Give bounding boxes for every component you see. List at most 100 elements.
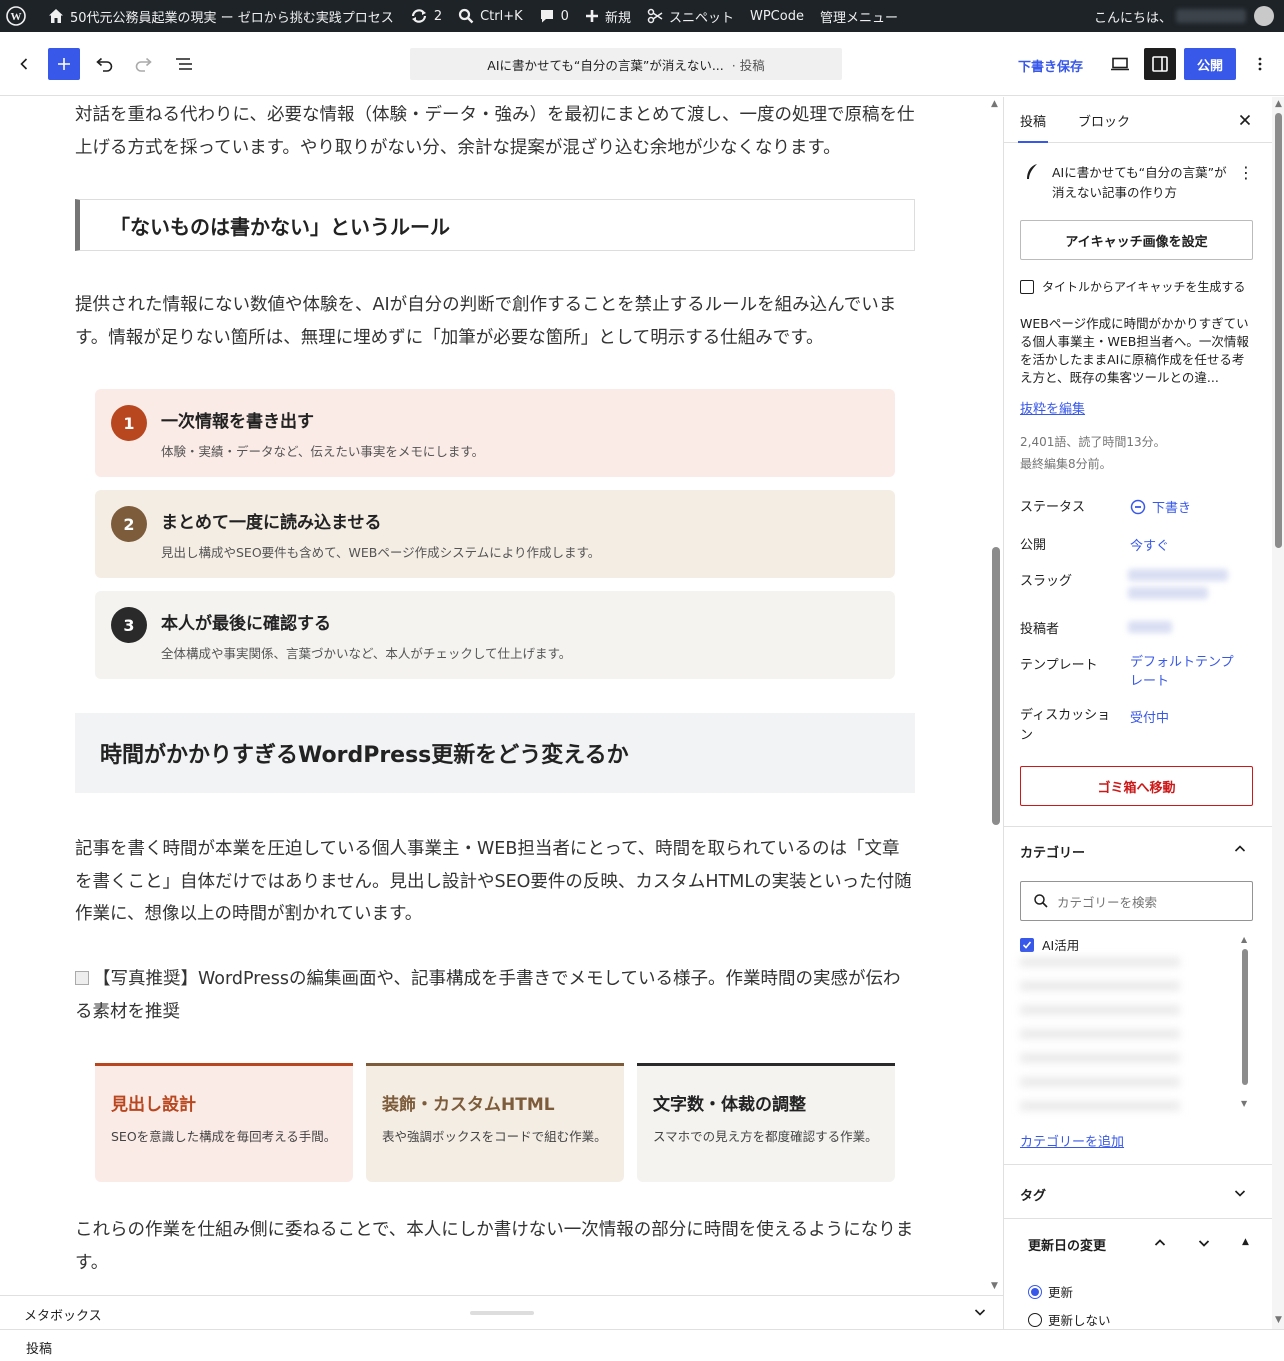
sidebar-scrollbar[interactable]: ▲ ▼	[1272, 97, 1284, 1329]
task-card-1[interactable]: 見出し設計 SEOを意識した構成を毎回考える手間。	[95, 1063, 353, 1182]
step-box-3[interactable]: 3 本人が最後に確認する 全体構成や事実関係、言葉づかいなど、本人がチェックして…	[95, 591, 895, 679]
save-draft-button[interactable]: 下書き保存	[1018, 56, 1083, 75]
no-update-radio[interactable]	[1028, 1312, 1042, 1327]
last-edited: 最終編集8分前。	[1020, 457, 1112, 471]
scroll-down-arrow-icon[interactable]: ▼	[1241, 1099, 1247, 1108]
paragraph-rule[interactable]: 提供された情報にない数値や体験を、AIが自分の判断で創作することを禁止するルール…	[75, 289, 915, 354]
post-actions-more-icon[interactable]: ⋮	[1238, 163, 1254, 182]
slug-value-blurred[interactable]	[1128, 587, 1208, 599]
footer-breadcrumb[interactable]: 投稿	[26, 1338, 52, 1357]
set-featured-image-button[interactable]: アイキャッチ画像を設定	[1020, 220, 1253, 260]
scroll-up-arrow-icon[interactable]: ▲	[991, 99, 998, 109]
chevron-down-icon[interactable]	[1232, 1185, 1248, 1201]
admin-menu-link[interactable]: 管理メニュー	[812, 0, 906, 32]
canvas-scrollbar[interactable]: ▲ ▼	[990, 97, 1002, 1295]
heading-rule[interactable]: 「ないものは書かない」というルール	[75, 199, 915, 251]
wordpress-logo-icon[interactable]: W	[0, 0, 40, 32]
sidebar-icon	[1152, 56, 1168, 72]
category-panel-title[interactable]: カテゴリー	[1020, 842, 1085, 861]
paragraph-top[interactable]: 対話を重ねる代わりに、必要な情報（体験・データ・強み）を最初にまとめて渡し、一度…	[75, 99, 915, 164]
chevron-down-icon[interactable]	[1196, 1235, 1212, 1251]
desktop-icon	[1111, 57, 1129, 71]
heading-section[interactable]: 時間がかかりすぎるWordPress更新をどう変えるか	[75, 713, 915, 793]
settings-sidebar-toggle[interactable]	[1144, 48, 1176, 80]
category-scroll-thumb[interactable]	[1242, 949, 1248, 1085]
new-content-link[interactable]: 新規	[577, 0, 639, 32]
category-checkbox[interactable]	[1020, 937, 1034, 952]
step-title: 一次情報を書き出す	[161, 412, 314, 432]
step-box-2[interactable]: 2 まとめて一度に読み込ませる 見出し構成やSEO要件も含めて、WEBページ作成…	[95, 490, 895, 578]
no-update-radio-row[interactable]: 更新しない	[1028, 1310, 1111, 1329]
task-card-2[interactable]: 装飾・カスタムHTML 表や強調ボックスをコードで組む作業。	[366, 1063, 624, 1182]
block-inserter-button[interactable]	[48, 48, 80, 80]
chevron-up-icon[interactable]	[1232, 841, 1248, 857]
author-label: 投稿者	[1020, 622, 1060, 637]
document-title-bar[interactable]: AIに書かせても“自分の言葉”が消えない... · 投稿	[410, 48, 842, 80]
scroll-up-arrow-icon[interactable]: ▲	[1241, 935, 1247, 944]
update-radio-label: 更新	[1048, 1285, 1074, 1300]
category-search-input[interactable]: カテゴリーを検索	[1020, 881, 1253, 921]
redo-button[interactable]	[128, 48, 160, 80]
update-radio[interactable]	[1028, 1284, 1042, 1299]
paragraph-end[interactable]: これらの作業を仕組み側に委ねることで、本人にしか書けない一次情報の部分に時間を使…	[75, 1214, 915, 1279]
back-button[interactable]	[8, 48, 40, 80]
canvas-scroll-thumb[interactable]	[992, 547, 1000, 825]
avatar	[1254, 6, 1274, 26]
generate-featured-image-row[interactable]: タイトルからアイキャッチを生成する	[1020, 278, 1245, 295]
tab-block[interactable]: ブロック	[1078, 111, 1130, 130]
post-excerpt[interactable]: WEBページ作成に時間がかかりすぎている個人事業主・WEB担当者へ。一次情報を活…	[1020, 315, 1256, 387]
no-update-radio-label: 更新しない	[1048, 1313, 1111, 1328]
comments-link[interactable]: 0	[531, 0, 577, 32]
sidebar-scroll-thumb[interactable]	[1275, 113, 1282, 548]
site-title: 50代元公務員起業の現実 ー ゼロから挑む実践プロセス	[70, 10, 394, 26]
panel-divider	[1004, 826, 1272, 827]
discussion-value[interactable]: 受付中	[1130, 707, 1169, 726]
generate-featured-image-checkbox[interactable]	[1020, 279, 1034, 294]
publish-date-value[interactable]: 今すぐ	[1130, 535, 1169, 554]
task-card-3[interactable]: 文字数・体裁の調整 スマホでの見え方を都度確認する作業。	[637, 1063, 895, 1182]
move-to-trash-button[interactable]: ゴミ箱へ移動	[1020, 766, 1253, 806]
document-overview-button[interactable]	[168, 48, 200, 80]
site-name-link[interactable]: 50代元公務員起業の現実 ー ゼロから挑む実践プロセス	[40, 0, 402, 32]
card-title: 文字数・体裁の調整	[653, 1095, 806, 1115]
paragraph-time[interactable]: 記事を書く時間が本業を圧迫している個人事業主・WEB担当者にとって、時間を取られ…	[75, 833, 915, 931]
updates-link[interactable]: 2	[402, 0, 450, 32]
undo-icon	[96, 57, 113, 72]
step-title: まとめて一度に読み込ませる	[161, 513, 382, 533]
scroll-down-arrow-icon[interactable]: ▼	[1275, 1315, 1282, 1325]
update-date-panel-title[interactable]: 更新日の変更	[1028, 1235, 1106, 1254]
template-value[interactable]: デフォルトテンプレート	[1130, 653, 1242, 691]
scroll-up-arrow-icon[interactable]: ▲	[1275, 99, 1282, 109]
chevron-down-icon[interactable]	[972, 1304, 988, 1320]
preview-button[interactable]	[1104, 48, 1136, 80]
step-desc: 見出し構成やSEO要件も含めて、WEBページ作成システムにより作成します。	[161, 545, 601, 560]
account-link[interactable]: こんにちは、	[1094, 0, 1284, 32]
edit-excerpt-link[interactable]: 抜粋を編集	[1020, 402, 1085, 417]
close-icon[interactable]	[1236, 111, 1254, 129]
toggle-arrow-icon[interactable]: ▲	[1242, 1237, 1249, 1247]
snippets-link[interactable]: スニペット	[639, 0, 742, 32]
publish-button[interactable]: 公開	[1184, 48, 1236, 80]
editor-canvas[interactable]: 対話を重ねる代わりに、必要な情報（体験・データ・強み）を最初にまとめて渡し、一度…	[0, 97, 1003, 1295]
options-menu-button[interactable]	[1244, 48, 1276, 80]
author-value-blurred[interactable]	[1128, 621, 1172, 633]
status-value-button[interactable]: 下書き	[1130, 497, 1191, 516]
update-radio-row[interactable]: 更新	[1028, 1282, 1073, 1301]
scroll-down-arrow-icon[interactable]: ▼	[991, 1281, 998, 1291]
chevron-up-icon[interactable]	[1152, 1235, 1168, 1251]
command-search-link[interactable]: Ctrl+K	[450, 0, 531, 32]
category-list: AI活用	[1020, 935, 1250, 1117]
undo-button[interactable]	[88, 48, 120, 80]
metabox-bar[interactable]: メタボックス	[0, 1295, 1003, 1329]
slug-value-blurred[interactable]	[1128, 569, 1228, 581]
category-list-scrollbar[interactable]: ▲ ▼	[1240, 935, 1250, 1111]
resize-handle[interactable]	[470, 1311, 534, 1315]
tag-panel-title[interactable]: タグ	[1020, 1185, 1046, 1204]
step-box-1[interactable]: 1 一次情報を書き出す 体験・実績・データなど、伝えたい事実をメモにします。	[95, 389, 895, 477]
category-item-ai[interactable]: AI活用	[1020, 935, 1079, 954]
add-category-link[interactable]: カテゴリーを追加	[1020, 1135, 1124, 1150]
image-block[interactable]: 【写真推奨】WordPressの編集画面や、記事構成を手書きでメモしている様子。…	[75, 963, 915, 1028]
category-items-blurred[interactable]	[1020, 957, 1180, 1117]
wpcode-link[interactable]: WPCode	[742, 0, 812, 32]
tab-post[interactable]: 投稿	[1017, 111, 1049, 143]
